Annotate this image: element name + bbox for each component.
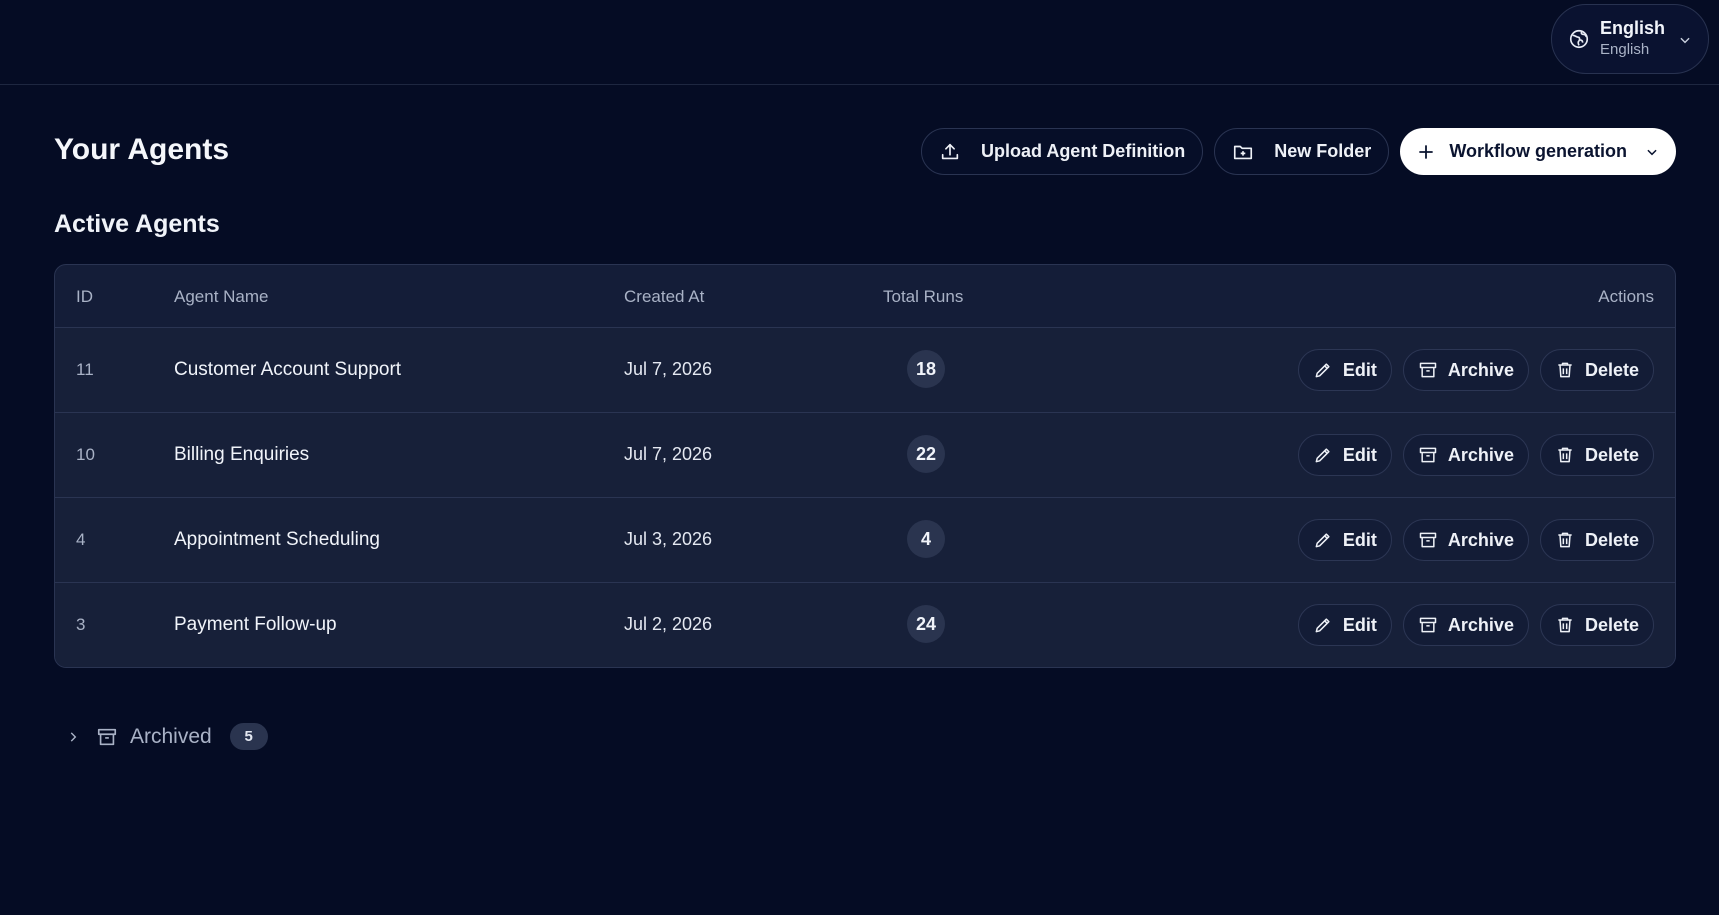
upload-agent-definition-label: Upload Agent Definition [980,141,1186,161]
delete-label: Delete [1584,359,1639,380]
archive-button[interactable]: Archive [1402,349,1529,391]
archive-box-icon [1419,447,1437,463]
agent-name: Appointment Scheduling [174,529,380,550]
archive-label: Archive [1447,614,1514,635]
globe-icon [1569,29,1589,49]
agent-name: Payment Follow-up [174,614,337,635]
chevron-right-icon [70,731,77,742]
delete-label: Delete [1584,614,1639,635]
archive-label: Archive [1447,529,1514,550]
row-actions: Edit Archive Delete [1297,434,1654,476]
column-header-agent-name: Agent Name [174,287,269,306]
total-runs-badge: 24 [907,605,945,643]
upload-agent-definition-button[interactable]: Upload Agent Definition [920,128,1204,175]
edit-button[interactable]: Edit [1297,434,1392,476]
archive-button[interactable]: Archive [1402,604,1529,646]
total-runs-badge: 18 [907,350,945,388]
upload-icon [941,143,959,159]
delete-button[interactable]: Delete [1539,604,1654,646]
agent-created-at: Jul 7, 2026 [624,359,713,379]
column-header-created-at: Created At [624,287,705,306]
archive-box-icon [1419,617,1437,633]
table-row: 11 Customer Account Support Jul 7, 2026 … [55,328,1675,413]
edit-button[interactable]: Edit [1297,519,1392,561]
archive-button[interactable]: Archive [1402,519,1529,561]
column-header-total-runs: Total Runs [883,287,964,306]
edit-label: Edit [1342,529,1377,550]
agent-id: 3 [76,615,86,634]
pencil-icon [1315,448,1330,463]
archive-label: Archive [1447,444,1514,465]
edit-label: Edit [1342,444,1377,465]
total-runs-badge: 4 [907,520,945,558]
header-actions: Upload Agent Definition New Folder Workf… [920,128,1676,175]
chevron-down-icon [1680,37,1690,44]
agent-name: Customer Account Support [174,359,402,380]
agent-name: Billing Enquiries [174,444,310,465]
row-actions: Edit Archive Delete [1297,604,1654,646]
agent-created-at: Jul 3, 2026 [624,529,713,549]
language-selector[interactable]: English English [1551,4,1709,74]
delete-button[interactable]: Delete [1539,519,1654,561]
archived-label: Archived [130,724,212,748]
edit-label: Edit [1342,359,1377,380]
language-primary: English [1600,18,1666,39]
agent-id: 10 [76,445,95,464]
pencil-icon [1315,363,1330,378]
workflow-generation-label: Workflow generation [1449,141,1627,161]
table-row: 4 Appointment Scheduling Jul 3, 2026 4 E… [55,498,1675,583]
delete-label: Delete [1584,444,1639,465]
new-folder-label: New Folder [1274,141,1372,161]
plus-icon [1419,144,1434,159]
table-row: 3 Payment Follow-up Jul 2, 2026 24 Edit … [55,583,1675,667]
archive-box-icon [97,728,117,745]
archived-toggle[interactable]: Archived 5 [66,723,268,750]
trash-icon [1558,362,1572,378]
section-title: Active Agents [54,210,220,238]
agent-created-at: Jul 2, 2026 [624,614,713,634]
folder-plus-icon [1234,145,1253,159]
edit-button[interactable]: Edit [1297,349,1392,391]
new-folder-button[interactable]: New Folder [1214,128,1390,175]
column-header-id: ID [76,287,93,306]
pencil-icon [1315,533,1330,548]
top-bar: English English [0,0,1719,85]
language-secondary: English [1600,41,1650,59]
archived-count-badge: 5 [229,723,268,750]
agents-table: ID Agent Name Created At Total Runs Acti… [54,264,1676,668]
agent-id: 11 [76,360,94,379]
row-actions: Edit Archive Delete [1297,519,1654,561]
agent-created-at: Jul 7, 2026 [624,444,713,464]
edit-label: Edit [1342,614,1377,635]
trash-icon [1558,617,1572,633]
table-header: ID Agent Name Created At Total Runs Acti… [55,265,1675,328]
delete-label: Delete [1584,529,1639,550]
workflow-generation-button[interactable]: Workflow generation [1400,128,1676,175]
edit-button[interactable]: Edit [1297,604,1392,646]
archive-box-icon [1419,532,1437,548]
archive-button[interactable]: Archive [1402,434,1529,476]
trash-icon [1558,447,1572,463]
total-runs-badge: 22 [907,435,945,473]
row-actions: Edit Archive Delete [1297,349,1654,391]
column-header-actions: Actions [1598,287,1654,306]
trash-icon [1558,532,1572,548]
archive-label: Archive [1447,359,1514,380]
agent-id: 4 [76,530,86,549]
chevron-down-icon [1647,149,1657,155]
delete-button[interactable]: Delete [1539,434,1654,476]
archive-box-icon [1419,362,1437,378]
page-title: Your Agents [54,133,230,166]
table-row: 10 Billing Enquiries Jul 7, 2026 22 Edit… [55,413,1675,498]
delete-button[interactable]: Delete [1539,349,1654,391]
pencil-icon [1315,618,1330,633]
